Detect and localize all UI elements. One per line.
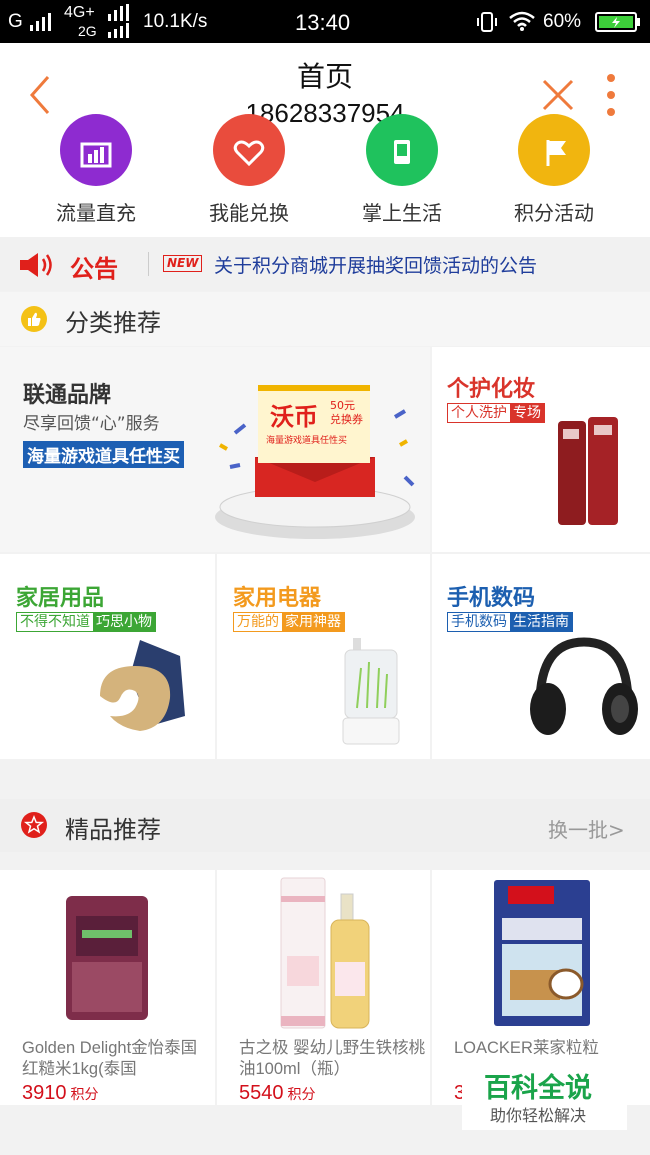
wifi-icon (509, 11, 535, 31)
category-title: 家居用品 (16, 586, 105, 611)
category-title: 联通品牌 (23, 383, 112, 408)
watermark-logo: 百科全说 助你轻松解决 (462, 1060, 627, 1130)
section-title: 分类推荐 (65, 309, 161, 337)
new-badge: NEW (163, 255, 203, 272)
battery-icon (595, 12, 640, 32)
close-icon[interactable] (540, 77, 576, 113)
product-name: 古之极 婴幼儿野生铁核桃油100ml（瓶） (239, 1039, 426, 1078)
speaker-icon (20, 253, 52, 277)
status-bar: G 4G+ 2G 10.1K/s 13:40 60% (0, 0, 650, 43)
category-home-goods[interactable]: 家居用品 不得不知道 巧思小物 (0, 554, 215, 759)
quick-item-label: 掌上生活 (362, 201, 442, 225)
product-price: 3910 积分 (22, 1082, 99, 1105)
notice-divider (148, 252, 149, 276)
notice-label: 公告 (70, 255, 118, 283)
coupon-title: 沃币 (270, 403, 318, 431)
walnut-oil-image (280, 877, 370, 1029)
watermark-title: 百科全说 (484, 1073, 592, 1104)
category-section-header: 分类推荐 (0, 292, 650, 346)
category-title: 家用电器 (233, 586, 322, 611)
price-unit: 积分 (70, 1086, 99, 1102)
battery-percent: 60% (543, 11, 582, 32)
tag-part-b: 家用神器 (282, 613, 344, 631)
vibrate-icon (477, 12, 497, 32)
clock: 13:40 (295, 10, 351, 35)
thumbs-up-icon (21, 306, 47, 332)
star-badge-icon (21, 812, 47, 838)
coupon-desc: 海量游戏道具任性买 (266, 436, 348, 446)
category-title: 手机数码 (447, 586, 536, 611)
network-type-bottom: 2G (78, 23, 97, 39)
humidifier-image (342, 638, 400, 745)
category-tag: 不得不知道 巧思小物 (16, 612, 156, 632)
product-name: Golden Delight金怡泰国红糙米1kg(泰国 (22, 1039, 198, 1078)
notice-bar[interactable]: 公告 NEW 关于积分商城开展抽奖回馈活动的公告 (0, 237, 650, 291)
tag-part-b: 生活指南 (510, 613, 572, 631)
category-unicom-banner[interactable]: 联通品牌 尽享回馈“心”服务 海量游戏道具任性买 沃币 50元 兑换券 海量游戏… (0, 347, 430, 552)
quick-menu: 流量直充 我能兑换 掌上生活 积分活动 (0, 114, 650, 237)
refresh-button[interactable]: 换一批> (548, 814, 625, 843)
wafer-pack-image (494, 880, 590, 1026)
quick-item-label: 流量直充 (56, 201, 136, 225)
carrier-label: G (8, 11, 23, 32)
hand-phone-icon (366, 114, 438, 186)
tag-part-a: 不得不知道 (17, 613, 93, 631)
tag-part-b: 专场 (510, 404, 544, 422)
quick-item-label: 积分活动 (514, 201, 594, 225)
category-tag: 海量游戏道具任性买 (23, 441, 184, 468)
category-digital[interactable]: 手机数码 手机数码 生活指南 (432, 554, 650, 759)
flag-icon (518, 114, 590, 186)
price-value: 5540 (239, 1082, 284, 1104)
tag-part-b: 巧思小物 (93, 613, 155, 631)
rice-bag-image (66, 896, 148, 1020)
tag-part-a: 手机数码 (448, 613, 510, 631)
product-price: 5540 积分 (239, 1082, 316, 1105)
watermark-subtitle: 助你轻松解决 (490, 1106, 587, 1125)
signal-icon-2 (108, 4, 129, 38)
category-tag: 手机数码 生活指南 (447, 612, 573, 632)
quick-item-label: 我能兑换 (209, 201, 289, 225)
headphones-image (530, 637, 638, 735)
product-name: LOACKER莱家粒粒 (454, 1039, 599, 1057)
more-menu-icon[interactable] (604, 73, 618, 117)
featured-section-header: 精品推荐 换一批> (0, 799, 650, 852)
category-tag: 万能的 家用神器 (233, 612, 345, 632)
signal-icon (30, 13, 51, 31)
notice-text[interactable]: 关于积分商城开展抽奖回馈活动的公告 (214, 251, 537, 278)
tag-part-a: 万能的 (234, 613, 282, 631)
category-subtitle: 尽享回馈“心”服务 (23, 414, 160, 434)
section-title: 精品推荐 (65, 816, 161, 844)
coupon-card: 沃币 50元 兑换券 海量游戏道具任性买 (258, 385, 370, 463)
chart-icon (60, 114, 132, 186)
product-card[interactable]: Golden Delight金怡泰国红糙米1kg(泰国 3910 积分 (0, 870, 215, 1105)
network-speed: 10.1K/s (143, 11, 208, 32)
shampoo-bottles-image (558, 417, 618, 525)
category-personal-care[interactable]: 个护化妆 个人洗护 专场 (432, 347, 650, 552)
network-type-top: 4G+ (64, 4, 95, 21)
price-unit: 积分 (287, 1086, 316, 1102)
category-appliances[interactable]: 家用电器 万能的 家用神器 (217, 554, 430, 759)
tag-part-a: 个人洗护 (448, 404, 510, 422)
category-tag: 个人洗护 专场 (447, 403, 545, 423)
category-title: 个护化妆 (447, 377, 536, 402)
product-card[interactable]: 古之极 婴幼儿野生铁核桃油100ml（瓶） 5540 积分 (217, 870, 430, 1105)
shield-heart-icon (213, 114, 285, 186)
price-value: 3910 (22, 1082, 67, 1104)
neck-pillow-image (100, 640, 185, 731)
coupon-sub: 兑换券 (330, 413, 363, 426)
